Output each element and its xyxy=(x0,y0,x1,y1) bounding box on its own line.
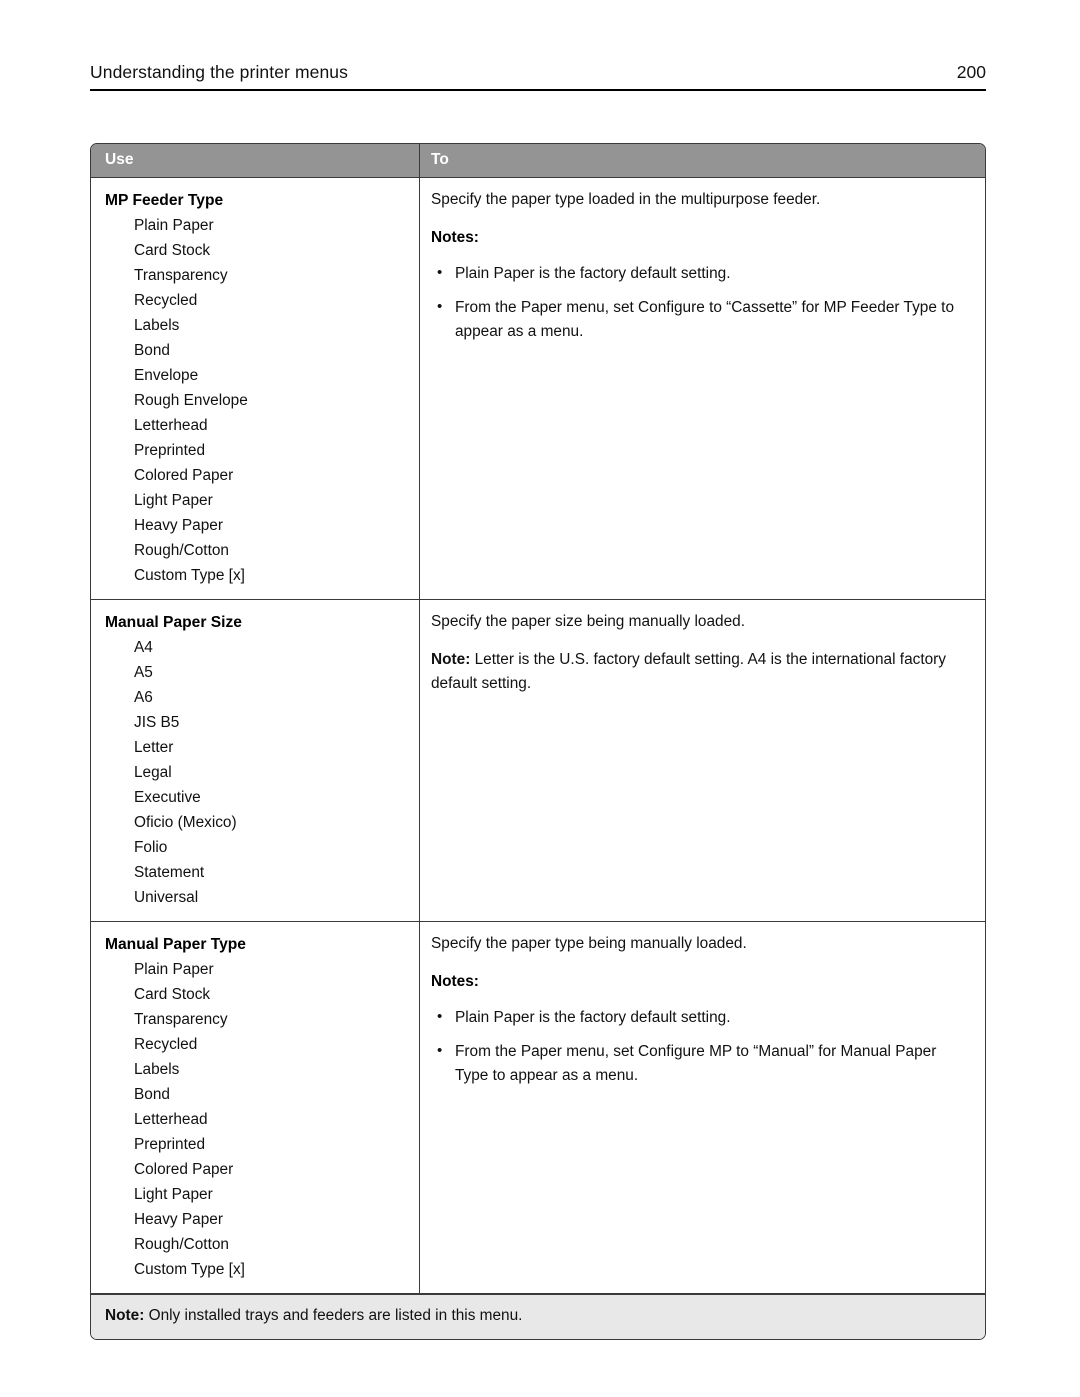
list-item: Colored Paper xyxy=(134,1161,234,1178)
list-item: Plain Paper is the factory default setti… xyxy=(431,1005,971,1030)
notes-label: Notes: xyxy=(431,229,479,246)
list-item: Bond xyxy=(134,342,170,359)
setting-name: Manual Paper Size xyxy=(105,614,242,631)
printer-menu-table: Use To MP Feeder Type Plain Paper Card S… xyxy=(90,143,986,1340)
note-label: Note: xyxy=(431,651,471,668)
footer-note-label: Note: xyxy=(105,1307,145,1324)
list-item: Plain Paper xyxy=(134,961,214,978)
page-number: 200 xyxy=(956,62,986,82)
list-item: Letterhead xyxy=(134,417,208,434)
use-cell: Manual Paper Size A4 A5 A6 JIS B5 Letter… xyxy=(91,600,420,921)
use-cell: MP Feeder Type Plain Paper Card Stock Tr… xyxy=(91,178,420,599)
list-item: Light Paper xyxy=(134,492,213,509)
list-item: A4 xyxy=(134,639,153,656)
list-item: Preprinted xyxy=(134,442,206,459)
setting-name: MP Feeder Type xyxy=(105,192,224,209)
list-item: Rough/Cotton xyxy=(134,1236,229,1253)
list-item: Universal xyxy=(134,889,199,906)
list-item: Legal xyxy=(134,764,172,781)
page-running-header: Understanding the printer menus 200 xyxy=(90,62,986,91)
list-item: Custom Type [x] xyxy=(134,1261,245,1278)
table-footer-note: Note: Only installed trays and feeders a… xyxy=(91,1294,985,1339)
to-cell: Specify the paper type loaded in the mul… xyxy=(420,178,985,599)
list-item: Folio xyxy=(134,839,168,856)
list-item: JIS B5 xyxy=(134,714,180,731)
table-row: Manual Paper Size A4 A5 A6 JIS B5 Letter… xyxy=(91,600,985,922)
list-item: A5 xyxy=(134,664,153,681)
list-item: Labels xyxy=(134,1061,180,1078)
list-item: Letter xyxy=(134,739,174,756)
list-item: Letterhead xyxy=(134,1111,208,1128)
list-item: Statement xyxy=(134,864,205,881)
list-item: From the Paper menu, set Configure MP to… xyxy=(431,1039,971,1088)
list-item: Card Stock xyxy=(134,242,211,259)
list-item: Bond xyxy=(134,1086,170,1103)
list-item: Light Paper xyxy=(134,1186,213,1203)
list-item: Heavy Paper xyxy=(134,517,223,534)
description-text: Specify the paper size being manually lo… xyxy=(431,613,745,630)
footer-note-text: Only installed trays and feeders are lis… xyxy=(144,1307,523,1324)
table-row: MP Feeder Type Plain Paper Card Stock Tr… xyxy=(91,178,985,600)
description-text: Specify the paper type loaded in the mul… xyxy=(431,191,821,208)
column-header-to: To xyxy=(431,151,449,168)
column-header-use: Use xyxy=(91,144,420,177)
list-item: Colored Paper xyxy=(134,467,234,484)
list-item: Oficio (Mexico) xyxy=(134,814,237,831)
page-title: Understanding the printer menus xyxy=(90,62,348,82)
list-item: Recycled xyxy=(134,1036,198,1053)
to-cell: Specify the paper type being manually lo… xyxy=(420,922,985,1293)
setting-option-list: Plain Paper Card Stock Transparency Recy… xyxy=(105,213,411,588)
list-item: Rough Envelope xyxy=(134,392,248,409)
list-item: Heavy Paper xyxy=(134,1211,223,1228)
list-item: A6 xyxy=(134,689,153,706)
list-item: Transparency xyxy=(134,267,228,284)
to-cell: Specify the paper size being manually lo… xyxy=(420,600,985,921)
note-text: Letter is the U.S. factory default setti… xyxy=(431,651,946,692)
list-item: Labels xyxy=(134,317,180,334)
list-item: Recycled xyxy=(134,292,198,309)
notes-list: Plain Paper is the factory default setti… xyxy=(431,1005,971,1088)
setting-option-list: A4 A5 A6 JIS B5 Letter Legal Executive O… xyxy=(105,635,411,910)
list-item: Rough/Cotton xyxy=(134,542,229,559)
list-item: Card Stock xyxy=(134,986,211,1003)
notes-label: Notes: xyxy=(431,973,479,990)
list-item: Plain Paper is the factory default setti… xyxy=(431,261,971,286)
notes-list: Plain Paper is the factory default setti… xyxy=(431,261,971,344)
list-item: Preprinted xyxy=(134,1136,206,1153)
description-text: Specify the paper type being manually lo… xyxy=(431,935,747,952)
setting-name: Manual Paper Type xyxy=(105,936,246,953)
list-item: Custom Type [x] xyxy=(134,567,245,584)
table-row: Manual Paper Type Plain Paper Card Stock… xyxy=(91,922,985,1294)
table-header-row: Use To xyxy=(91,144,985,178)
list-item: Plain Paper xyxy=(134,217,214,234)
setting-option-list: Plain Paper Card Stock Transparency Recy… xyxy=(105,957,411,1282)
note-paragraph: Note: Letter is the U.S. factory default… xyxy=(431,648,971,696)
list-item: Envelope xyxy=(134,367,199,384)
list-item: Transparency xyxy=(134,1011,228,1028)
list-item: Executive xyxy=(134,789,201,806)
list-item: From the Paper menu, set Configure to “C… xyxy=(431,295,971,344)
use-cell: Manual Paper Type Plain Paper Card Stock… xyxy=(91,922,420,1293)
